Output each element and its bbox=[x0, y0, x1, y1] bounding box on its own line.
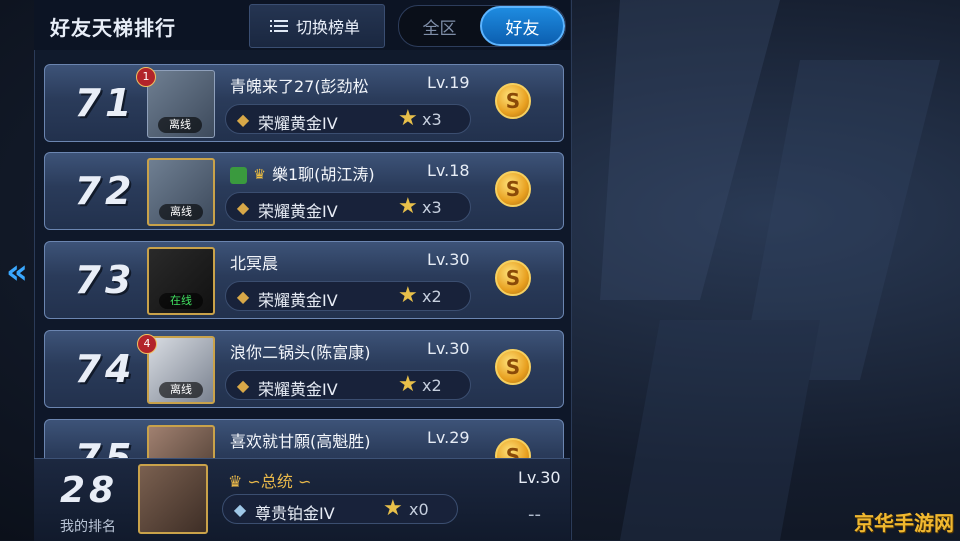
tab-friends[interactable]: 好友 bbox=[480, 6, 565, 46]
player-level: Lv.30 bbox=[427, 339, 470, 358]
star-count: x3 bbox=[422, 110, 442, 129]
list-icon bbox=[269, 20, 288, 32]
my-title: ♛ ∽总统 ∽ bbox=[228, 468, 311, 492]
player-level: Lv.18 bbox=[427, 161, 470, 180]
avatar[interactable]: 4 离线 bbox=[137, 334, 215, 404]
team-icon bbox=[230, 167, 247, 184]
tier-pill: ◆ 尊贵铂金IV ★ x0 bbox=[222, 494, 458, 524]
my-dash: -- bbox=[528, 504, 541, 525]
avatar[interactable]: 离线 bbox=[147, 158, 215, 226]
rank-number: 72 bbox=[74, 169, 136, 213]
coin-gift-button[interactable]: S bbox=[495, 171, 531, 207]
star-count: x2 bbox=[422, 287, 442, 306]
rank-shield-icon: ◆ bbox=[233, 500, 247, 519]
star-icon: ★ bbox=[398, 372, 418, 397]
switch-list-label: 切换榜单 bbox=[295, 18, 360, 37]
avatar[interactable] bbox=[138, 464, 208, 534]
player-name: 青魄来了27(彭劲松 bbox=[230, 77, 369, 96]
player-name: ♛ 樂1聊(胡江涛) bbox=[230, 161, 375, 185]
tier-pill: ◆ 荣耀黄金IV ★ x2 bbox=[225, 370, 471, 400]
background-decoration bbox=[600, 0, 940, 540]
ranking-row[interactable]: 72 离线 ♛ 樂1聊(胡江涛) Lv.18 ◆ 荣耀黄金IV ★ x3 S bbox=[44, 152, 564, 230]
player-name-text: 樂1聊(胡江涛) bbox=[272, 165, 375, 184]
player-name: 喜欢就甘願(高魁胜) bbox=[230, 432, 371, 451]
status-badge: 离线 bbox=[159, 204, 203, 220]
my-title-text: 总统 bbox=[260, 472, 293, 491]
status-badge: 在线 bbox=[159, 293, 203, 309]
coin-gift-button[interactable]: S bbox=[495, 349, 531, 385]
rank-shield-icon: ◆ bbox=[236, 110, 250, 129]
player-name: 浪你二锅头(陈富康) bbox=[230, 343, 371, 362]
my-level: Lv.30 bbox=[518, 468, 561, 487]
ornament-icon: ∽ bbox=[292, 472, 312, 491]
star-count: x0 bbox=[409, 500, 429, 519]
ranking-row[interactable]: 73 在线 北冥晨 Lv.30 ◆ 荣耀黄金IV ★ x2 S bbox=[44, 241, 564, 319]
player-level: Lv.30 bbox=[427, 250, 470, 269]
switch-list-button[interactable]: 切换榜单 bbox=[249, 4, 385, 48]
avatar[interactable]: 在线 bbox=[147, 247, 215, 315]
watermark: 京华手游网 bbox=[854, 511, 954, 535]
crown-icon: ♛ ∽ bbox=[228, 472, 261, 491]
player-level: Lv.19 bbox=[427, 73, 470, 92]
status-badge: 离线 bbox=[158, 117, 202, 133]
tier-pill: ◆ 荣耀黄金IV ★ x3 bbox=[225, 192, 471, 222]
coin-gift-button[interactable]: S bbox=[495, 83, 531, 119]
scope-toggle: 全区 好友 bbox=[398, 5, 566, 47]
star-icon: ★ bbox=[383, 496, 403, 521]
tier-label: 尊贵铂金IV bbox=[255, 504, 335, 523]
star-count: x3 bbox=[422, 198, 442, 217]
tab-all-region[interactable]: 全区 bbox=[399, 6, 480, 46]
rank-number: 74 bbox=[74, 347, 136, 391]
tier-label: 荣耀黄金IV bbox=[258, 202, 338, 221]
tier-pill: ◆ 荣耀黄金IV ★ x2 bbox=[225, 281, 471, 311]
back-arrow-icon[interactable]: « bbox=[4, 250, 30, 294]
rank-number: 73 bbox=[74, 258, 136, 302]
my-rank-number: 28 bbox=[60, 470, 119, 511]
ranking-row[interactable]: 74 4 离线 浪你二锅头(陈富康) Lv.30 ◆ 荣耀黄金IV ★ x2 S bbox=[44, 330, 564, 408]
count-badge: 4 bbox=[137, 334, 157, 354]
player-name: 北冥晨 bbox=[230, 254, 279, 273]
ranking-row[interactable]: 71 1 离线 青魄来了27(彭劲松 Lv.19 ◆ 荣耀黄金IV ★ x3 S bbox=[44, 64, 564, 142]
star-icon: ★ bbox=[398, 194, 418, 219]
star-icon: ★ bbox=[398, 106, 418, 131]
rank-number: 71 bbox=[74, 81, 136, 125]
tier-label: 荣耀黄金IV bbox=[258, 380, 338, 399]
player-level: Lv.29 bbox=[427, 428, 470, 447]
rank-shield-icon: ◆ bbox=[236, 376, 250, 395]
tier-label: 荣耀黄金IV bbox=[258, 114, 338, 133]
tier-pill: ◆ 荣耀黄金IV ★ x3 bbox=[225, 104, 471, 134]
tier-label: 荣耀黄金IV bbox=[258, 291, 338, 310]
page-title: 好友天梯排行 bbox=[50, 16, 176, 40]
my-rank-label: 我的排名 bbox=[60, 519, 116, 535]
status-badge: 离线 bbox=[159, 382, 203, 398]
rank-shield-icon: ◆ bbox=[236, 198, 250, 217]
coin-gift-button[interactable]: S bbox=[495, 260, 531, 296]
star-count: x2 bbox=[422, 376, 442, 395]
count-badge: 1 bbox=[136, 67, 156, 87]
star-icon: ★ bbox=[398, 283, 418, 308]
crown-icon: ♛ bbox=[253, 167, 266, 183]
avatar[interactable]: 1 离线 bbox=[136, 67, 215, 138]
rank-shield-icon: ◆ bbox=[236, 287, 250, 306]
